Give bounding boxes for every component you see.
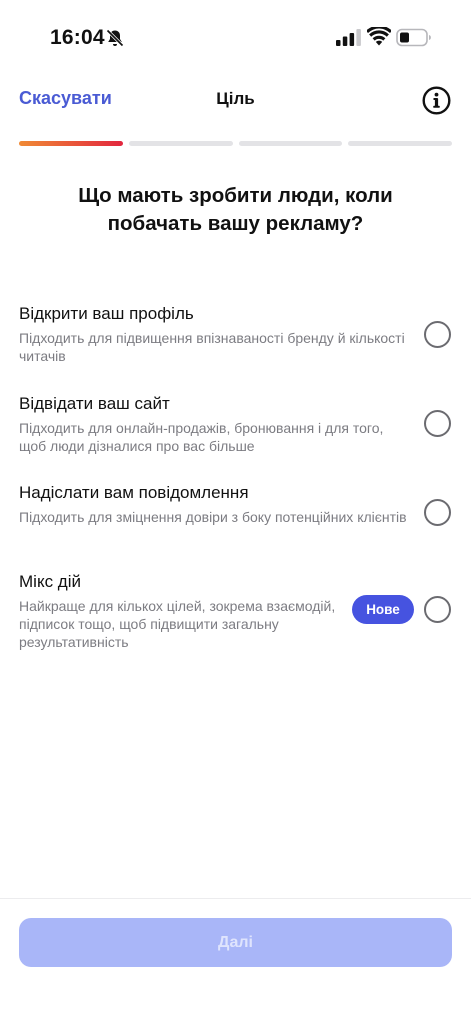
- option-description: Підходить для онлайн-продажів, бронюванн…: [19, 420, 384, 454]
- new-badge: Нове: [352, 595, 414, 624]
- progress-step-1: [19, 141, 123, 146]
- option-radio[interactable]: [424, 321, 451, 348]
- status-time: 16:04: [50, 26, 105, 49]
- step-progress: [19, 141, 452, 146]
- option-visit-site[interactable]: Відвідати ваш сайт Підходить для онлайн-…: [0, 393, 471, 457]
- nav-bar: Скасувати Ціль: [0, 78, 471, 122]
- option-title: Надіслати вам повідомлення: [19, 483, 249, 502]
- bell-muted-icon: [106, 29, 124, 47]
- option-description: Підходить для підвищення впізнаваності б…: [19, 330, 405, 364]
- option-description: Підходить для зміцнення довіри з боку по…: [19, 509, 407, 525]
- option-title: Відкрити ваш профіль: [19, 304, 194, 323]
- info-icon[interactable]: [422, 86, 451, 115]
- option-radio[interactable]: [424, 596, 451, 623]
- status-bar: 16:04: [0, 0, 471, 70]
- option-radio[interactable]: [424, 499, 451, 526]
- option-radio[interactable]: [424, 410, 451, 437]
- option-mix-actions[interactable]: Мікс дій Найкраще для кількох цілей, зок…: [0, 571, 471, 655]
- option-open-profile[interactable]: Відкрити ваш профіль Підходить для підви…: [0, 303, 471, 367]
- next-button[interactable]: Далі: [19, 918, 452, 967]
- option-title: Мікс дій: [19, 572, 81, 591]
- progress-step-2: [128, 141, 233, 146]
- wifi-icon: [367, 27, 391, 46]
- option-title: Відвідати ваш сайт: [19, 394, 170, 413]
- signal-icon: [336, 29, 361, 46]
- page-title: Ціль: [216, 89, 255, 108]
- option-description: Найкраще для кількох цілей, зокрема взає…: [19, 598, 336, 650]
- option-send-message[interactable]: Надіслати вам повідомлення Підходить для…: [0, 482, 471, 546]
- progress-step-3: [238, 141, 343, 146]
- question-heading: Що мають зробити люди, коли побачать ваш…: [78, 184, 393, 235]
- progress-step-4: [348, 141, 452, 146]
- battery-icon: [396, 28, 431, 47]
- footer-divider: [0, 898, 471, 899]
